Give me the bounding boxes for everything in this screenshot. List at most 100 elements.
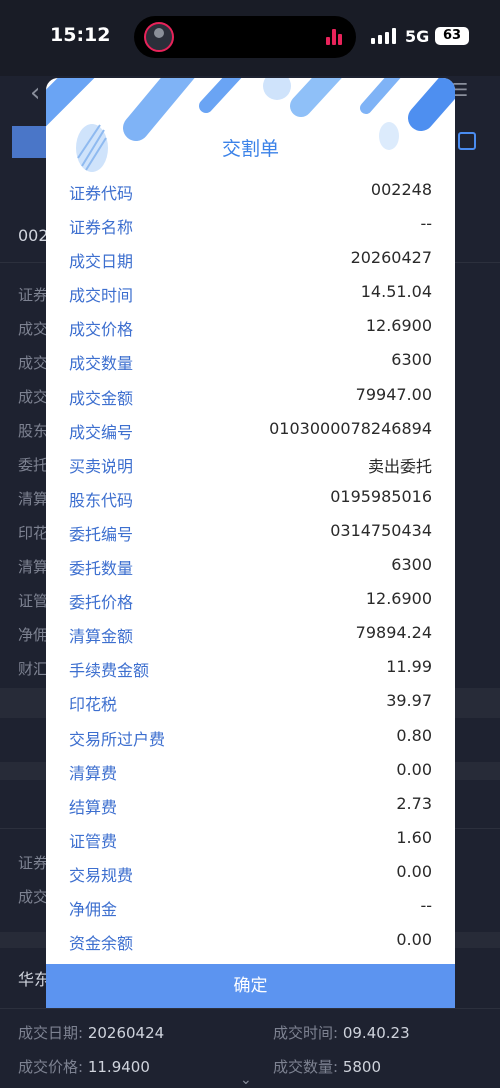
status-bar: 15:12 5G 63 — [0, 0, 500, 76]
bg-label: 清算 — [18, 490, 49, 508]
detail-row: 证券代码 002248 — [46, 174, 455, 208]
detail-label: 成交日期 — [69, 252, 134, 272]
detail-row: 成交金额 79947.00 — [46, 379, 455, 413]
detail-label: 证管费 — [69, 831, 118, 851]
detail-row: 股东代码 0195985016 — [46, 481, 455, 515]
detail-row: 清算金额 79894.24 — [46, 617, 455, 651]
bg-label: 财汇 — [18, 660, 49, 678]
detail-value: 12.6900 — [365, 316, 432, 336]
detail-row: 印花税 39.97 — [46, 685, 455, 719]
detail-value: 0.00 — [396, 759, 432, 779]
detail-label: 股东代码 — [69, 490, 134, 510]
detail-value: 6300 — [391, 350, 432, 370]
detail-row: 成交数量 6300 — [46, 344, 455, 378]
calendar-icon[interactable] — [458, 132, 476, 150]
detail-row: 成交日期 20260427 — [46, 242, 455, 276]
divider — [0, 1008, 500, 1009]
avatar — [144, 22, 174, 52]
detail-value: 14.51.04 — [360, 282, 432, 302]
stock-code-prefix: 002 — [18, 226, 49, 245]
bg-label: 成交 — [18, 354, 49, 372]
settlement-dialog: 交割单 证券代码 002248 证券名称 -- 成交日期 20260427 成交时间 14.5… — [46, 78, 455, 1008]
chevron-down-icon[interactable]: ⌄ — [240, 1072, 252, 1088]
detail-value: 39.97 — [386, 691, 432, 711]
detail-row: 成交时间 14.51.04 — [46, 276, 455, 310]
detail-value: 1.60 — [396, 827, 432, 847]
bg-label: 成交 — [18, 388, 49, 406]
detail-row: 清算费 0.00 — [46, 754, 455, 788]
detail-value: -- — [420, 895, 432, 915]
detail-label: 净佣金 — [69, 899, 118, 919]
detail-row: 手续费金额 11.99 — [46, 651, 455, 685]
bg-label: 股东 — [18, 422, 49, 440]
confirm-button[interactable]: 确定 — [46, 964, 455, 1008]
detail-row: 交易所过户费 0.80 — [46, 720, 455, 754]
battery-icon: 63 — [435, 27, 469, 45]
detail-row: 委托数量 6300 — [46, 549, 455, 583]
bg-label: 证管 — [18, 592, 49, 610]
detail-label: 成交数量 — [69, 354, 134, 374]
detail-label: 委托编号 — [69, 524, 134, 544]
detail-label: 手续费金额 — [69, 661, 150, 681]
detail-value: 6300 — [391, 555, 432, 575]
detail-value: 002248 — [370, 180, 432, 199]
detail-label: 委托价格 — [69, 593, 134, 613]
bg-label: 证券 — [18, 286, 49, 304]
detail-value: -- — [420, 214, 432, 234]
detail-row: 证券名称 -- — [46, 208, 455, 242]
detail-row: 委托编号 0314750434 — [46, 515, 455, 549]
detail-row: 净佣金 -- — [46, 890, 455, 924]
back-icon[interactable]: ‹ — [30, 78, 40, 108]
detail-value: 0.80 — [396, 725, 432, 745]
detail-value: 79894.24 — [355, 623, 432, 643]
detail-value: 卖出委托 — [367, 456, 432, 476]
detail-label: 证券名称 — [69, 218, 134, 238]
bg-label: 证券 — [18, 854, 49, 872]
detail-value: 12.6900 — [365, 589, 432, 609]
detail-value: 11.99 — [386, 657, 432, 677]
detail-row: 资金余额 0.00 — [46, 924, 455, 958]
audio-bars-icon — [326, 29, 344, 45]
bottom-qty: 成交数量: 5800 — [273, 1058, 382, 1076]
detail-label: 清算金额 — [69, 627, 134, 647]
bg-label: 印花 — [18, 524, 49, 542]
bottom-time: 成交时间: 09.40.23 — [273, 1024, 410, 1042]
bg-label: 委托 — [18, 456, 49, 474]
detail-row: 成交价格 12.6900 — [46, 310, 455, 344]
network-type: 5G — [405, 27, 430, 46]
detail-label: 资金余额 — [69, 934, 134, 954]
dynamic-island[interactable] — [134, 16, 356, 58]
detail-row: 证管费 1.60 — [46, 822, 455, 856]
detail-label: 委托数量 — [69, 559, 134, 579]
detail-row: 成交编号 0103000078246894 — [46, 413, 455, 447]
detail-value: 0.00 — [396, 861, 432, 881]
header-decoration — [46, 78, 455, 172]
bg-label: 净佣 — [18, 626, 49, 644]
detail-label: 交易规费 — [69, 865, 134, 885]
detail-label: 清算费 — [69, 763, 118, 783]
detail-label: 成交时间 — [69, 286, 134, 306]
bg-label: 成交 — [18, 888, 49, 906]
detail-value: 0314750434 — [330, 520, 432, 540]
detail-row: 交易规费 0.00 — [46, 856, 455, 890]
detail-row: 结算费 2.73 — [46, 788, 455, 822]
clock: 15:12 — [50, 24, 111, 46]
detail-value: 2.73 — [396, 793, 432, 813]
bottom-price: 成交价格: 11.9400 — [18, 1058, 150, 1076]
detail-value: 0195985016 — [330, 486, 432, 506]
bottom-date: 成交日期: 20260424 — [18, 1024, 165, 1042]
detail-label: 印花税 — [69, 695, 118, 715]
signal-icon — [371, 28, 397, 44]
bg-label: 成交 — [18, 320, 49, 338]
dialog-title: 交割单 — [221, 138, 279, 160]
detail-label: 成交编号 — [69, 422, 134, 442]
detail-label: 交易所过户费 — [69, 729, 166, 749]
detail-label: 成交价格 — [69, 320, 134, 340]
detail-value: 0.00 — [396, 930, 432, 950]
detail-label: 成交金额 — [69, 388, 134, 408]
detail-list: 证券代码 002248 证券名称 -- 成交日期 20260427 成交时间 14.51.04… — [46, 174, 455, 958]
detail-value: 79947.00 — [355, 384, 432, 404]
detail-value: 20260427 — [350, 248, 432, 268]
bg-label: 清算 — [18, 558, 49, 576]
detail-row: 委托价格 12.6900 — [46, 583, 455, 617]
